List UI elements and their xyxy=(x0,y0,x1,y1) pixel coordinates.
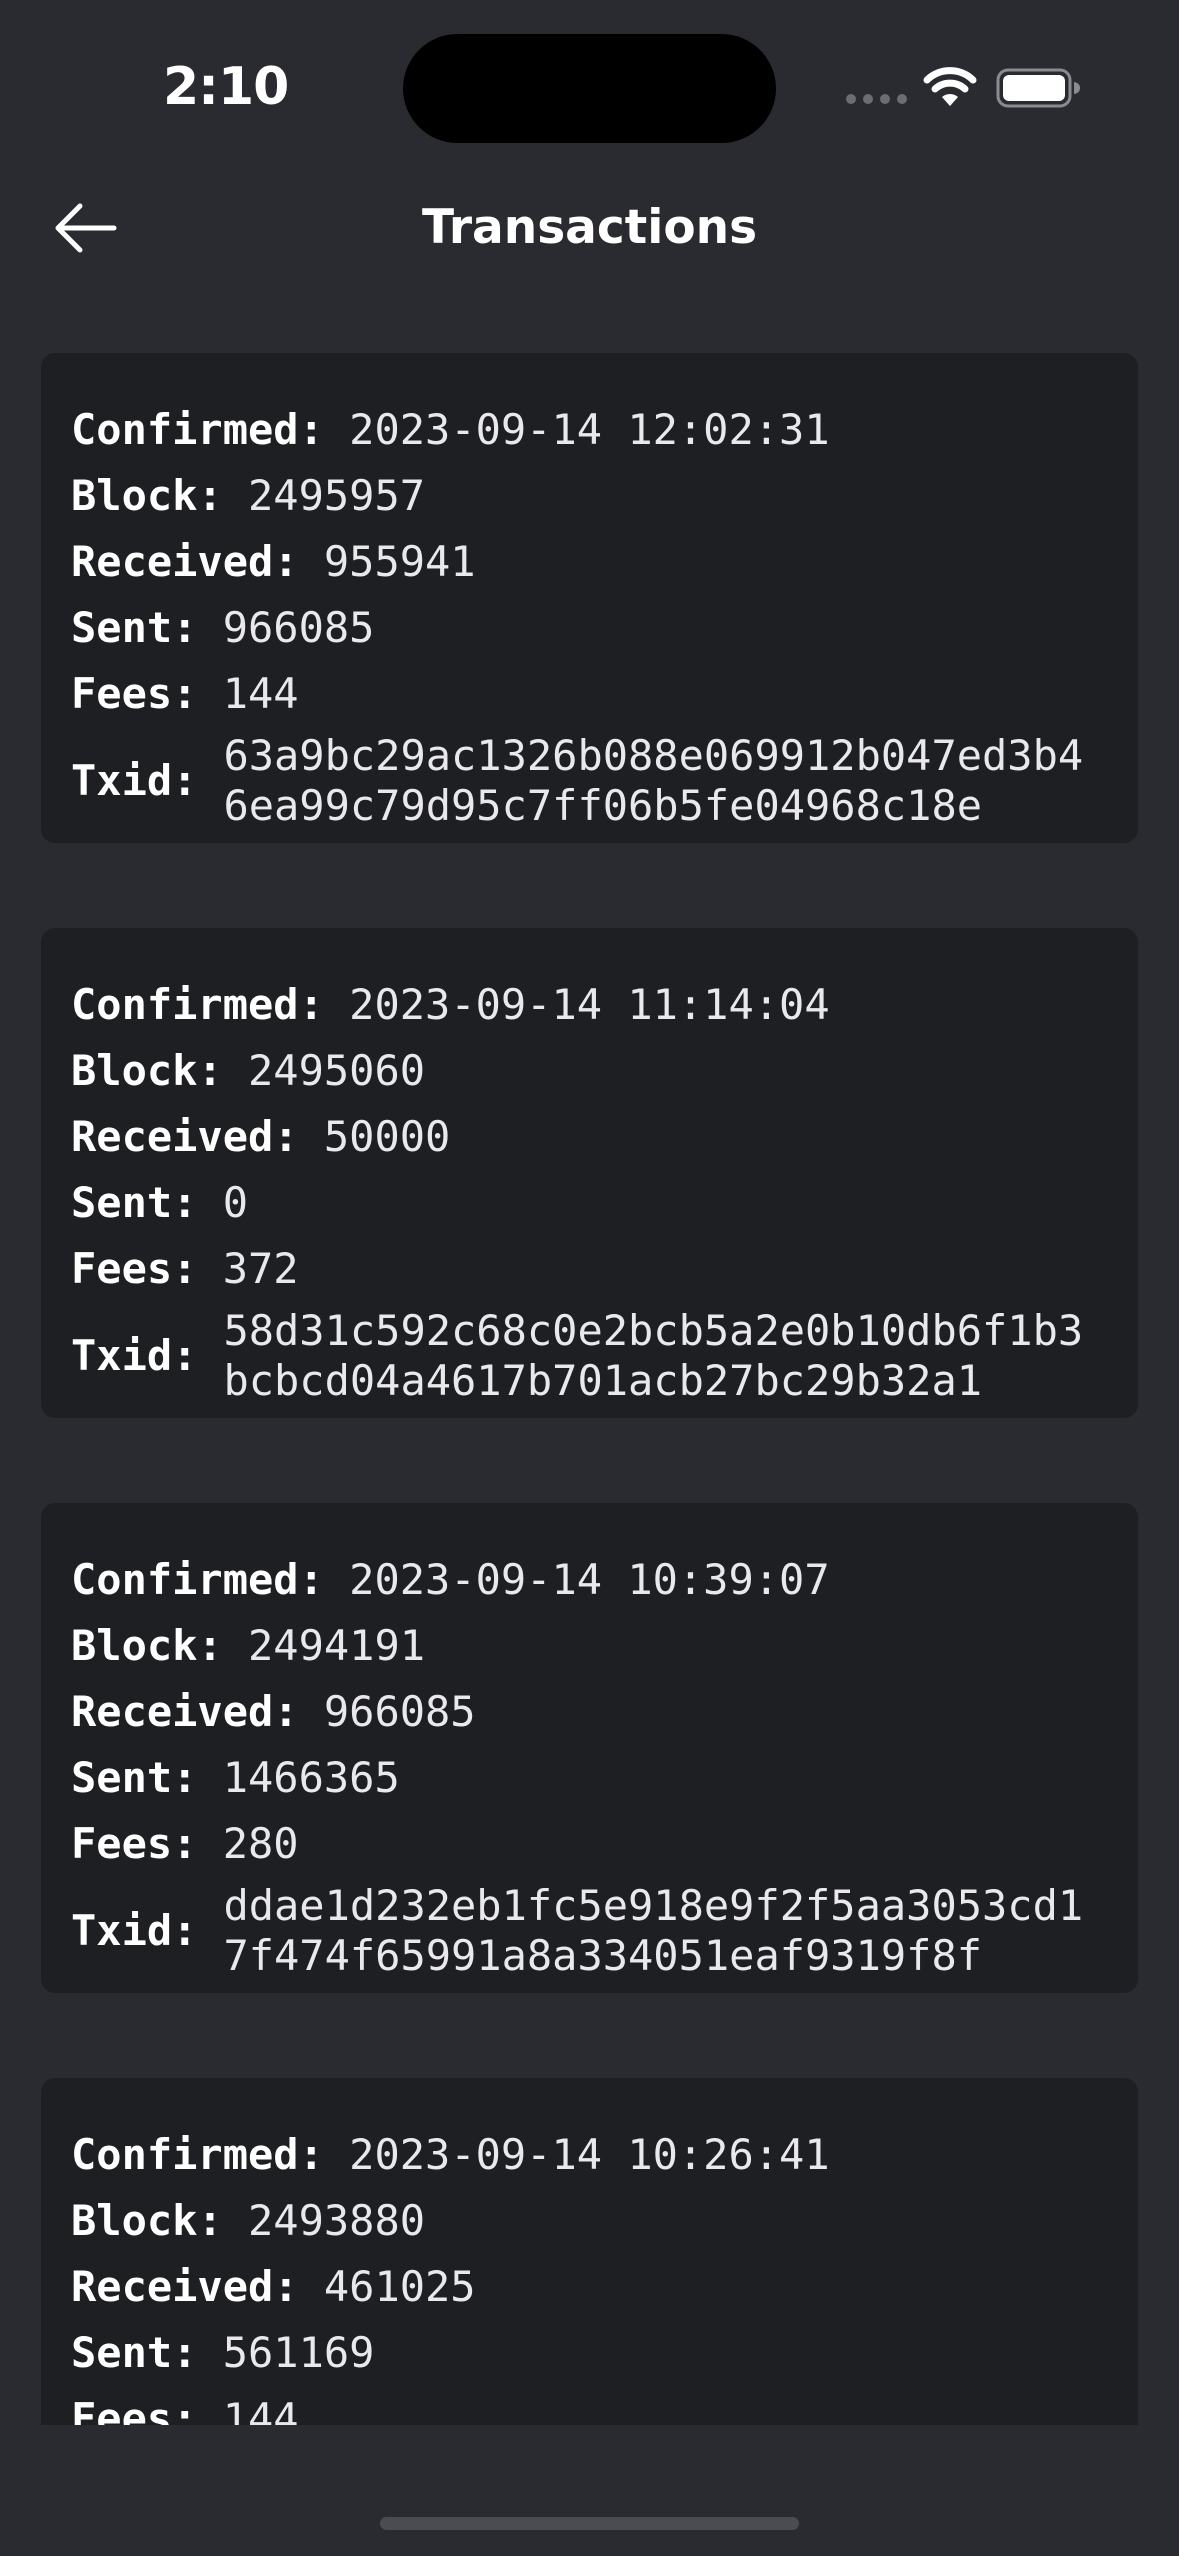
confirmed-value: 2023-09-14 10:39:07 xyxy=(349,1555,830,1604)
transaction-card[interactable]: Confirmed: 2023-09-14 10:39:07 Block: 24… xyxy=(41,1503,1138,1993)
fees-row: Fees: 280 xyxy=(71,1811,1108,1877)
sent-label: Sent: xyxy=(71,1753,198,1802)
sent-row: Sent: 0 xyxy=(71,1170,1108,1236)
sent-value: 966085 xyxy=(222,603,375,652)
sent-label: Sent: xyxy=(71,2328,198,2377)
home-indicator[interactable] xyxy=(380,2517,799,2530)
sent-row: Sent: 1466365 xyxy=(71,1745,1108,1811)
received-value: 955941 xyxy=(323,537,476,586)
txid-row: Txid: ddae1d232eb1fc5e918e9f2f5aa3053cd17… xyxy=(71,1881,1108,1981)
fees-value: 280 xyxy=(222,1819,299,1868)
block-label: Block: xyxy=(71,1046,223,1095)
fees-row: Fees: 144 xyxy=(71,661,1108,727)
sent-value: 1466365 xyxy=(222,1753,400,1802)
received-value: 461025 xyxy=(323,2262,476,2311)
fees-row: Fees: 144 xyxy=(71,2386,1108,2425)
block-value: 2495060 xyxy=(248,1046,426,1095)
block-value: 2494191 xyxy=(248,1621,426,1670)
transaction-card[interactable]: Confirmed: 2023-09-14 12:02:31 Block: 24… xyxy=(41,353,1138,843)
confirmed-label: Confirmed: xyxy=(71,980,324,1029)
sent-label: Sent: xyxy=(71,1178,198,1227)
block-value: 2495957 xyxy=(248,471,426,520)
sent-row: Sent: 966085 xyxy=(71,595,1108,661)
fees-value: 372 xyxy=(222,1244,299,1293)
confirmed-label: Confirmed: xyxy=(71,1555,324,1604)
confirmed-value: 2023-09-14 11:14:04 xyxy=(349,980,830,1029)
page-title: Transactions xyxy=(421,200,758,255)
received-row: Received: 966085 xyxy=(71,1679,1108,1745)
wifi-icon xyxy=(923,67,977,106)
txid-label: Txid: xyxy=(71,756,198,805)
fees-value: 144 xyxy=(222,2394,299,2425)
fees-value: 144 xyxy=(222,669,299,718)
confirmed-row: Confirmed: 2023-09-14 12:02:31 xyxy=(71,397,1108,463)
txid-value[interactable]: 63a9bc29ac1326b088e069912b047ed3b46ea99c… xyxy=(223,731,1103,831)
sent-value: 561169 xyxy=(222,2328,375,2377)
dynamic-island xyxy=(403,34,776,143)
fees-label: Fees: xyxy=(71,669,198,718)
sent-label: Sent: xyxy=(71,603,198,652)
fees-label: Fees: xyxy=(71,1819,198,1868)
battery-icon xyxy=(996,68,1080,108)
block-row: Block: 2493880 xyxy=(71,2188,1108,2254)
received-label: Received: xyxy=(71,537,299,586)
confirmed-row: Confirmed: 2023-09-14 10:26:41 xyxy=(71,2122,1108,2188)
sent-row: Sent: 561169 xyxy=(71,2320,1108,2386)
fees-label: Fees: xyxy=(71,2394,198,2425)
fees-row: Fees: 372 xyxy=(71,1236,1108,1302)
block-value: 2493880 xyxy=(248,2196,426,2245)
confirmed-label: Confirmed: xyxy=(71,405,324,454)
txid-value[interactable]: ddae1d232eb1fc5e918e9f2f5aa3053cd17f474f… xyxy=(223,1881,1103,1981)
received-label: Received: xyxy=(71,2262,299,2311)
confirmed-value: 2023-09-14 12:02:31 xyxy=(349,405,830,454)
txid-row: Txid: 63a9bc29ac1326b088e069912b047ed3b46… xyxy=(71,731,1108,831)
confirmed-value: 2023-09-14 10:26:41 xyxy=(349,2130,830,2179)
received-row: Received: 955941 xyxy=(71,529,1108,595)
block-label: Block: xyxy=(71,471,223,520)
received-row: Received: 461025 xyxy=(71,2254,1108,2320)
received-value: 50000 xyxy=(323,1112,451,1161)
status-time: 2:10 xyxy=(163,57,289,117)
fees-label: Fees: xyxy=(71,1244,198,1293)
received-label: Received: xyxy=(71,1112,299,1161)
confirmed-row: Confirmed: 2023-09-14 11:14:04 xyxy=(71,972,1108,1038)
block-label: Block: xyxy=(71,1621,223,1670)
txid-row: Txid: 58d31c592c68c0e2bcb5a2e0b10db6f1b3b… xyxy=(71,1306,1108,1406)
txid-label: Txid: xyxy=(71,1906,198,1955)
transaction-list[interactable]: Confirmed: 2023-09-14 12:02:31 Block: 24… xyxy=(0,300,1179,2425)
transaction-card[interactable]: Confirmed: 2023-09-14 11:14:04 Block: 24… xyxy=(41,928,1138,1418)
confirmed-row: Confirmed: 2023-09-14 10:39:07 xyxy=(71,1547,1108,1613)
sent-value: 0 xyxy=(222,1178,249,1227)
received-row: Received: 50000 xyxy=(71,1104,1108,1170)
block-row: Block: 2495957 xyxy=(71,463,1108,529)
txid-label: Txid: xyxy=(71,1331,198,1380)
received-value: 966085 xyxy=(323,1687,476,1736)
cellular-signal-icon xyxy=(846,94,907,104)
block-label: Block: xyxy=(71,2196,223,2245)
block-row: Block: 2495060 xyxy=(71,1038,1108,1104)
block-row: Block: 2494191 xyxy=(71,1613,1108,1679)
transaction-card[interactable]: Confirmed: 2023-09-14 10:26:41 Block: 24… xyxy=(41,2078,1138,2425)
txid-value[interactable]: 58d31c592c68c0e2bcb5a2e0b10db6f1b3bcbcd0… xyxy=(223,1306,1103,1406)
confirmed-label: Confirmed: xyxy=(71,2130,324,2179)
received-label: Received: xyxy=(71,1687,299,1736)
